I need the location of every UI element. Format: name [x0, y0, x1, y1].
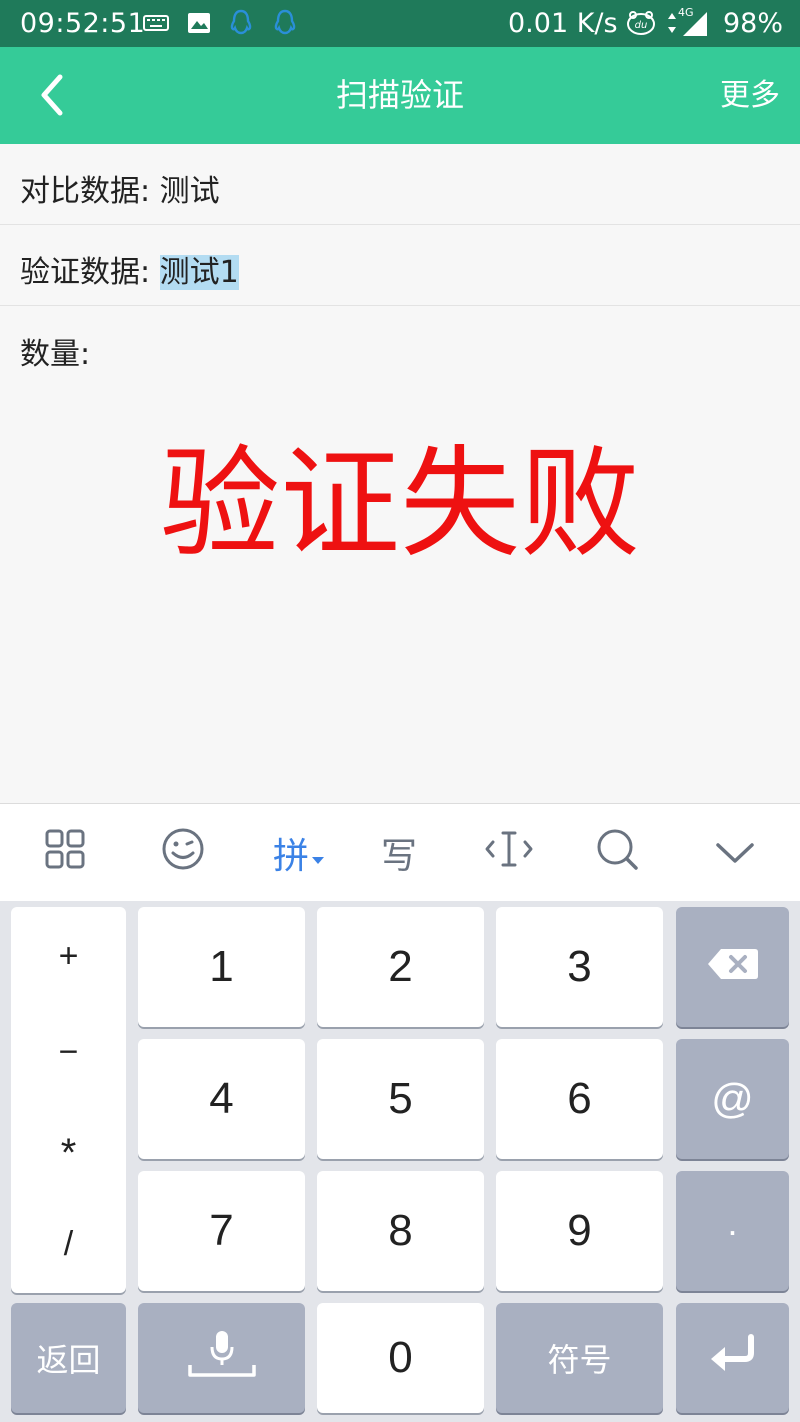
- key-multiply[interactable]: *: [11, 1131, 126, 1176]
- key-plus[interactable]: +: [11, 937, 126, 976]
- key-0[interactable]: 0: [317, 1303, 484, 1413]
- cursor-button[interactable]: [452, 804, 566, 902]
- emoji-button[interactable]: [126, 804, 240, 902]
- return-button[interactable]: 返回: [11, 1303, 126, 1413]
- key-6[interactable]: 6: [496, 1039, 663, 1159]
- emoji-icon: [161, 827, 205, 880]
- symbol-column: + − * /: [11, 907, 126, 1293]
- battery-level: 98%: [723, 8, 784, 39]
- verify-data-label: 验证数据:: [20, 255, 160, 290]
- result-message: 验证失败: [160, 435, 640, 574]
- quantity-row: 数量:: [0, 307, 800, 388]
- key-1[interactable]: 1: [138, 907, 305, 1027]
- qq-icon: [229, 9, 253, 41]
- signal-icon: [682, 11, 708, 41]
- enter-button[interactable]: [676, 1303, 789, 1413]
- keyboard-icon: [143, 14, 169, 36]
- status-bar: 09:52:51 0.01 K/s du 4G 98%: [0, 0, 800, 47]
- caret-down-icon: [311, 833, 325, 874]
- search-button[interactable]: [560, 804, 674, 902]
- key-dot[interactable]: ·: [676, 1171, 789, 1291]
- network-speed: 0.01 K/s: [508, 8, 618, 39]
- key-minus[interactable]: −: [11, 1033, 126, 1072]
- enter-icon: [707, 1333, 759, 1384]
- grid-icon: [44, 828, 86, 879]
- compare-data-row: 对比数据: 测试: [0, 144, 800, 225]
- grid-button[interactable]: [8, 804, 122, 902]
- svg-text:du: du: [635, 20, 648, 31]
- quantity-label: 数量:: [20, 337, 91, 372]
- backspace-icon: [707, 942, 759, 992]
- compare-data-value: 测试: [159, 174, 220, 209]
- key-5[interactable]: 5: [317, 1039, 484, 1159]
- key-at[interactable]: @: [676, 1039, 789, 1159]
- symbols-button[interactable]: 符号: [496, 1303, 663, 1413]
- key-3[interactable]: 3: [496, 907, 663, 1027]
- numeric-keyboard: + − * / 1 2 3 4 5 6 @ 7 8 9 · 返回 0 符号: [0, 901, 800, 1422]
- key-2[interactable]: 2: [317, 907, 484, 1027]
- keyboard-toolbar: 拼 写: [0, 803, 800, 901]
- page-title: 扫描验证: [335, 76, 464, 114]
- du-icon: du: [626, 10, 656, 40]
- back-button[interactable]: [34, 73, 74, 117]
- more-button[interactable]: 更多: [720, 47, 780, 144]
- chevron-left-icon: [34, 74, 74, 121]
- key-divide[interactable]: /: [11, 1225, 126, 1264]
- verify-data-value[interactable]: 测试1: [159, 255, 239, 290]
- status-time: 09:52:51: [20, 8, 146, 39]
- qq-icon: [273, 9, 297, 41]
- compare-data-label: 对比数据:: [20, 174, 160, 209]
- data-arrows-icon: [667, 12, 677, 38]
- key-4[interactable]: 4: [138, 1039, 305, 1159]
- key-8[interactable]: 8: [317, 1171, 484, 1291]
- backspace-button[interactable]: [676, 907, 789, 1027]
- hide-keyboard-button[interactable]: [678, 804, 792, 902]
- verify-data-row[interactable]: 验证数据: 测试1: [0, 225, 800, 306]
- key-9[interactable]: 9: [496, 1171, 663, 1291]
- handwrite-button[interactable]: 写: [342, 804, 456, 902]
- voice-button[interactable]: [138, 1303, 305, 1413]
- search-icon: [595, 827, 639, 880]
- key-7[interactable]: 7: [138, 1171, 305, 1291]
- pinyin-label: 拼: [272, 836, 309, 877]
- title-bar: 扫描验证 更多: [0, 47, 800, 144]
- pinyin-button[interactable]: 拼: [242, 804, 356, 902]
- microphone-icon: [187, 1325, 257, 1392]
- cursor-icon: [485, 829, 533, 878]
- image-icon: [187, 12, 211, 38]
- chevron-down-icon: [715, 833, 755, 874]
